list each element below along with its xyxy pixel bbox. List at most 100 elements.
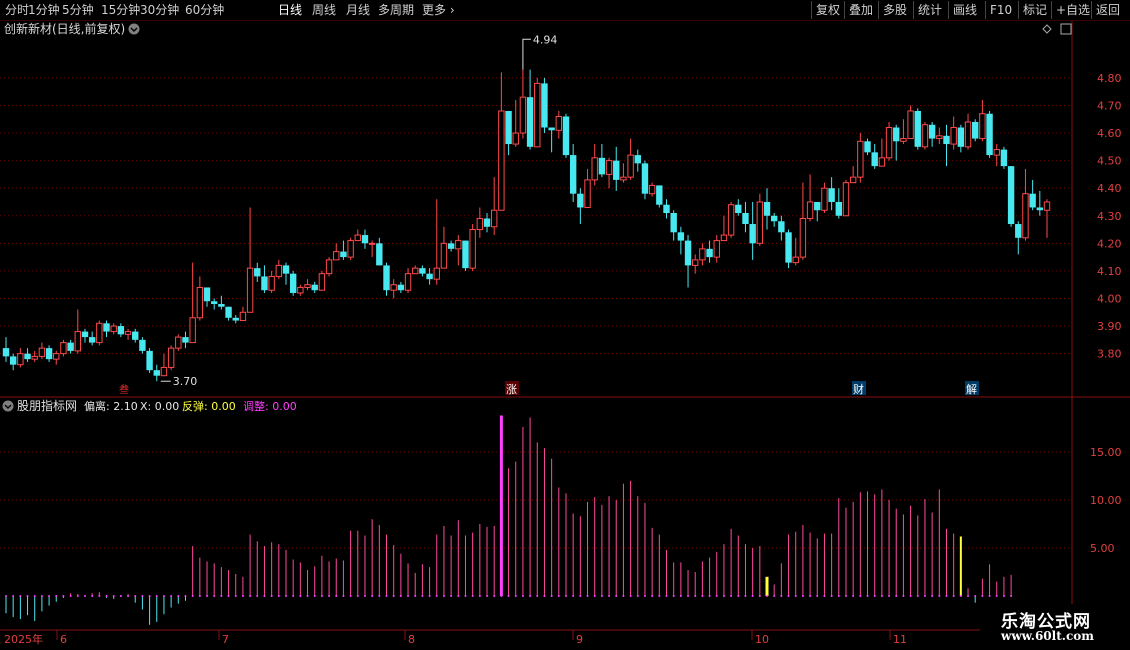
indicator-baseline-dot [414,595,417,597]
candle-body [182,337,189,343]
candle-body [232,317,239,321]
candle-body [878,157,886,167]
period-tab-8[interactable]: 月线 [346,2,370,18]
candle-body [74,331,81,352]
period-tab-7[interactable]: 周线 [312,2,336,18]
period-tab-2[interactable]: 5分钟 [62,2,94,18]
diamond-icon[interactable] [1042,24,1052,34]
high-price-label: 4.94 [533,33,558,46]
date-axis-label: 2025年 [4,632,43,646]
candle-body [153,370,160,376]
toolbar-button-1[interactable]: 叠加 [849,2,873,18]
period-tab-1[interactable]: 1分钟 [28,2,60,18]
indicator-baseline-dot [342,595,345,597]
indicator-baseline-dot [730,595,733,597]
period-tab-4[interactable]: 30分钟 [140,2,179,18]
candle-body [476,218,484,231]
candle-body [189,317,196,344]
stock-chart[interactable]: 创新新材(日线,前复权) 4.80 4.70 4.60 4.50 4.40 4.30 4.20… [0,21,1130,650]
toolbar-button-0[interactable]: 复权 [816,2,840,18]
candle-body [9,356,17,365]
indicator-baseline-dot [636,595,639,597]
candle-body [96,322,103,344]
indicator-baseline-dot [967,595,970,597]
candle-body [756,201,764,244]
period-tab-9[interactable]: 多周期 [378,2,414,18]
indicator-baseline-dot [543,595,546,597]
toolbar-button-2[interactable]: 多股 [883,2,907,18]
indicator-baseline-dot [888,595,891,597]
period-tab-6[interactable]: 日线 [278,2,302,18]
indicator-baseline-dot [198,595,201,597]
title-dropdown-icon[interactable] [128,23,140,35]
candle-body [692,259,699,266]
period-tab-10[interactable]: 更多 › [422,2,455,18]
toolbar-button-3[interactable]: 统计 [918,2,942,18]
candle-body [60,342,67,355]
toolbar-button-4[interactable]: 画线 [953,2,977,18]
indicator-dropdown-icon[interactable] [2,400,14,412]
indicator-baseline-dot [363,595,366,597]
indicator-baseline-dot [141,595,144,597]
indicator-baseline-dot [83,595,86,597]
candle-body [490,209,498,228]
candle-body [505,110,512,145]
indicator-baseline-dot [500,595,503,597]
indicator-baseline-dot [687,595,690,597]
indicator-baseline-dot [450,595,453,597]
candle-body [469,229,476,269]
candle-body [246,267,254,313]
indicator-baseline-dot [952,595,955,597]
toolbar-button-7[interactable]: +自选 [1056,2,1090,18]
date-axis-label: 6 [60,633,67,646]
candle-body [304,284,311,288]
indicator-baseline-dot [234,595,237,597]
candle-body [763,201,771,216]
candle-body [526,97,534,147]
date-axis-label: 9 [576,633,583,646]
candle-body [325,259,333,275]
indicator-baseline-dot [787,595,790,597]
indicator-baseline-dot [464,595,467,597]
candle-body [311,284,318,291]
period-tab-3[interactable]: 15分钟 [101,2,140,18]
candle-body [699,248,706,261]
candle-body [455,240,462,250]
toolbar-button-8[interactable]: 返回 [1096,2,1120,18]
period-tab-5[interactable]: 60分钟 [185,2,224,18]
candle-body [225,306,232,318]
period-tab-0[interactable]: 分时 [5,2,29,18]
indicator-baseline-dot [981,595,984,597]
indicator-baseline-dot [378,595,381,597]
toolbar-button-6[interactable]: 标记 [1023,2,1047,18]
indicator-baseline-dot [442,595,445,597]
indicator-baseline-dot [643,595,646,597]
low-price-label: 3.70 [173,375,198,388]
indicator-baseline-dot [579,595,582,597]
candle-body [634,155,641,164]
indicator-baseline-dot [134,595,137,597]
panel-toggle-icon[interactable] [1060,23,1072,35]
indicator-baseline-dot [665,595,668,597]
indicator-baseline-dot [866,595,869,597]
price-tick-label: 4.00 [1097,292,1122,305]
indicator-baseline-dot [486,595,489,597]
indicator-baseline-dot [493,595,496,597]
candle-body [562,116,570,156]
indicator-baseline-dot [923,595,926,597]
indicator-baseline-dot [701,595,704,597]
candle-body [45,348,53,360]
indicator-baseline-dot [127,595,130,597]
candle-body [806,201,814,220]
toolbar-button-5[interactable]: F10 [990,2,1012,18]
event-marker: 财 [853,382,864,396]
candle-body [799,218,807,258]
price-tick-label: 4.20 [1097,237,1122,250]
candle-body [857,140,864,178]
candle-body [275,264,283,277]
candle-body [814,201,821,211]
candle-body [893,127,900,142]
toolbar-separator [1091,1,1092,19]
candle-body [1043,201,1051,211]
indicator-baseline-dot [112,595,115,597]
